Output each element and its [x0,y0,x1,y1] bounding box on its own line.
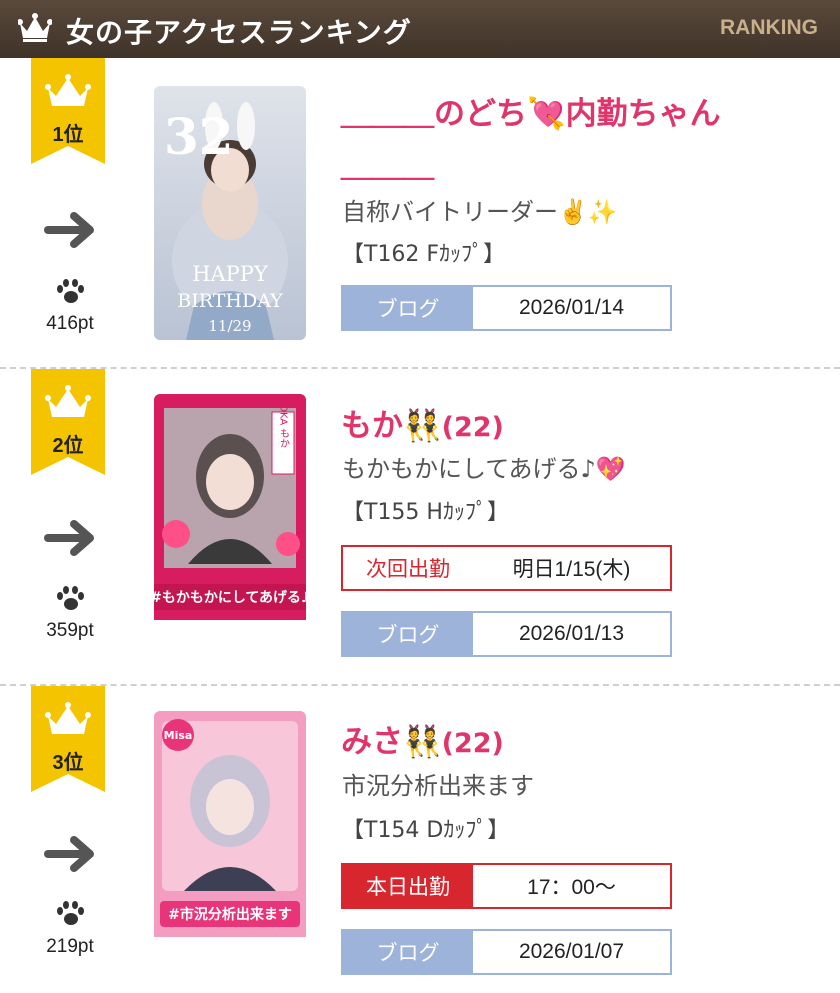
rank-label: 1位 [52,124,84,146]
girl-comment: もかもかにしてあげる♪💖 [342,455,626,483]
girl-name[interactable]: もか👯(22) [341,400,504,445]
photo-caption: #もかもかにしてあげる♪ [154,590,306,606]
arrow-right-icon [44,520,94,556]
paw-icon [57,901,84,925]
blog-link[interactable]: ブログ 2026/01/13 [341,611,672,657]
rank-badge-1: 1位 [31,58,105,164]
photo-caption: 32 [164,107,234,166]
photo-caption: BIRTHDAY [177,290,283,312]
photo-caption: Misa [164,729,193,742]
photo-caption: HAPPY [192,262,269,286]
rank-badge-shape [31,369,105,475]
schedule-label: 次回出勤 [343,547,473,589]
paw-icon [57,279,84,303]
photo-caption: 11/29 [208,317,251,335]
header-title: 女の子アクセスランキング [66,16,412,49]
photo-caption: #市況分析出来ます [168,906,292,923]
blog-date: 2026/01/13 [518,622,625,645]
girl-name[interactable]: みさ👯(22) [341,716,504,761]
today-shift[interactable]: 本日出勤 17：00〜 [341,863,672,909]
arrow-right-icon [44,212,94,248]
rank-badge-3: 3位 [31,686,105,792]
rank-badge-shape [31,58,105,164]
blog-label: ブログ [343,613,473,655]
girl-spec: 【T155 Hｶｯﾌﾟ】 [342,500,509,525]
points-value: 416pt [46,313,94,334]
girl-name-continuation[interactable]: ＿＿＿ [341,140,434,185]
row-divider [0,367,840,369]
header-subtitle: RANKING [720,16,818,39]
girl-spec: 【T154 Dｶｯﾌﾟ】 [342,818,510,843]
blog-link[interactable]: ブログ 2026/01/14 [341,285,672,331]
blog-label: ブログ [343,287,473,329]
girl-age: (22) [441,728,504,759]
rank-label: 2位 [52,435,84,457]
arrow-right-icon [44,836,94,872]
girl-spec: 【T162 Fｶｯﾌﾟ】 [342,242,506,267]
profile-photo-3[interactable]: Misa #市況分析出来ます [154,711,306,965]
points-value: 359pt [46,620,94,641]
girl-name[interactable]: ＿＿＿のどち💘内勤ちゃん [341,88,721,133]
schedule-value: 17：00〜 [527,876,616,899]
blog-date: 2026/01/07 [518,940,625,963]
schedule-label: 本日出勤 [343,865,473,907]
crown-icon [18,13,52,42]
profile-photo-2[interactable]: MOKA もか #もかもかにしてあげる♪ [154,394,306,648]
schedule-value: 明日1/15(木) [512,558,631,581]
blog-label: ブログ [343,931,473,973]
blog-link[interactable]: ブログ 2026/01/07 [341,929,672,975]
profile-photo-1[interactable]: 32 HAPPY BIRTHDAY 11/29 [154,86,306,340]
points-value: 219pt [46,936,94,957]
blog-date: 2026/01/14 [518,296,625,319]
rank-label: 3位 [52,752,84,774]
rank-badge-2: 2位 [31,369,105,475]
rank-badge-shape [31,686,105,792]
row-divider [0,684,840,686]
girl-comment: 市況分析出来ます [342,772,534,800]
ranking-header: 女の子アクセスランキング RANKING [0,0,840,58]
girl-age: (22) [441,412,504,443]
girl-comment: 自称バイトリーダー✌️✨ [342,198,618,226]
photo-caption: MOKA もか [278,396,290,449]
paw-icon [57,586,84,610]
next-shift[interactable]: 次回出勤 明日1/15(木) [341,545,672,591]
